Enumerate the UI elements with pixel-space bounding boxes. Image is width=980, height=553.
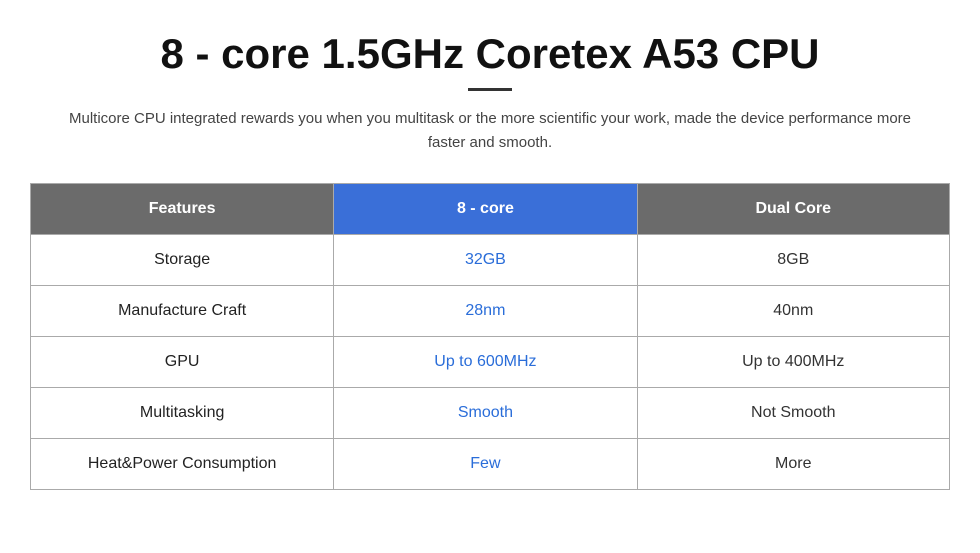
value-dual: Not Smooth <box>637 388 949 439</box>
value-dual: 8GB <box>637 235 949 286</box>
table-row: Manufacture Craft28nm40nm <box>31 286 950 337</box>
value-8core: 28nm <box>334 286 637 337</box>
feature-label: Storage <box>31 235 334 286</box>
value-8core: Up to 600MHz <box>334 337 637 388</box>
page-title: 8 - core 1.5GHz Coretex A53 CPU <box>160 30 819 78</box>
value-dual: 40nm <box>637 286 949 337</box>
value-8core: Few <box>334 439 637 490</box>
value-dual: Up to 400MHz <box>637 337 949 388</box>
feature-label: Multitasking <box>31 388 334 439</box>
table-row: Heat&Power ConsumptionFewMore <box>31 439 950 490</box>
table-row: GPUUp to 600MHzUp to 400MHz <box>31 337 950 388</box>
title-divider <box>468 88 512 91</box>
value-dual: More <box>637 439 949 490</box>
feature-label: GPU <box>31 337 334 388</box>
value-8core: 32GB <box>334 235 637 286</box>
header-dual: Dual Core <box>637 184 949 235</box>
header-8core: 8 - core <box>334 184 637 235</box>
subtitle: Multicore CPU integrated rewards you whe… <box>60 107 920 155</box>
table-row: MultitaskingSmoothNot Smooth <box>31 388 950 439</box>
table-row: Storage32GB8GB <box>31 235 950 286</box>
feature-label: Manufacture Craft <box>31 286 334 337</box>
feature-label: Heat&Power Consumption <box>31 439 334 490</box>
header-features: Features <box>31 184 334 235</box>
table-header-row: Features 8 - core Dual Core <box>31 184 950 235</box>
value-8core: Smooth <box>334 388 637 439</box>
comparison-table: Features 8 - core Dual Core Storage32GB8… <box>30 183 950 490</box>
